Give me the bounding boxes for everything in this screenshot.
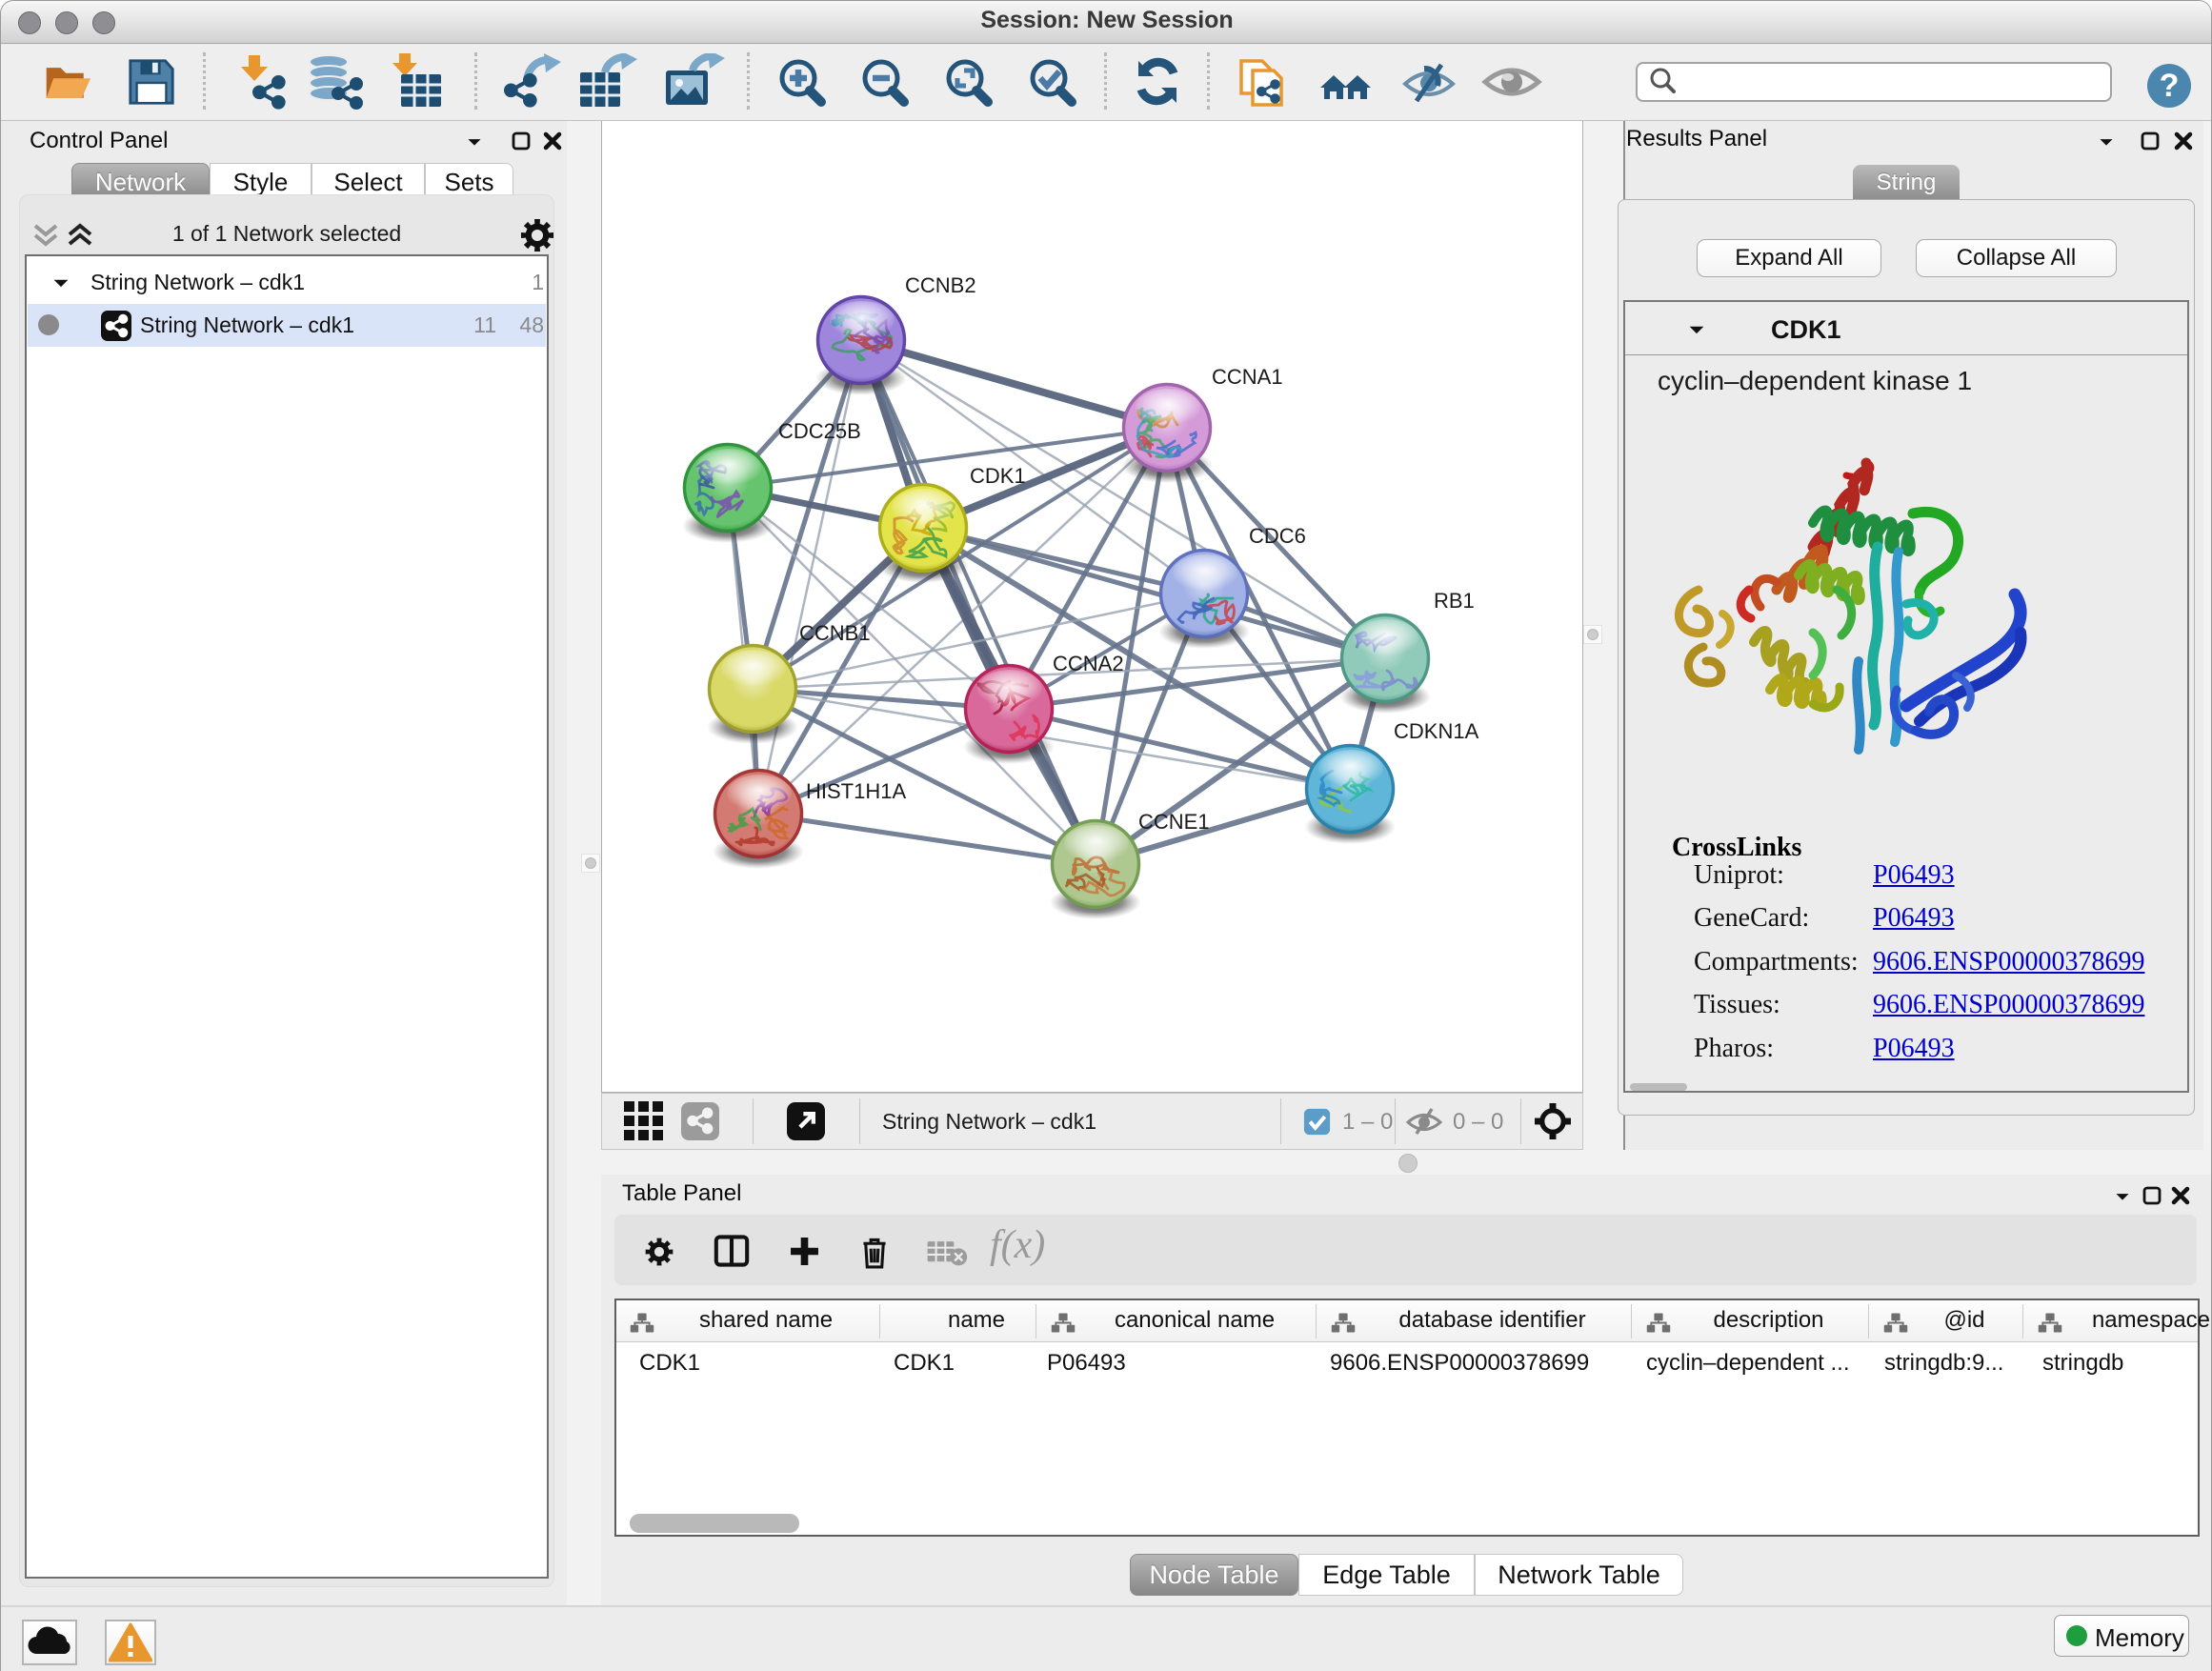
svg-text:?: ? xyxy=(2160,68,2180,104)
